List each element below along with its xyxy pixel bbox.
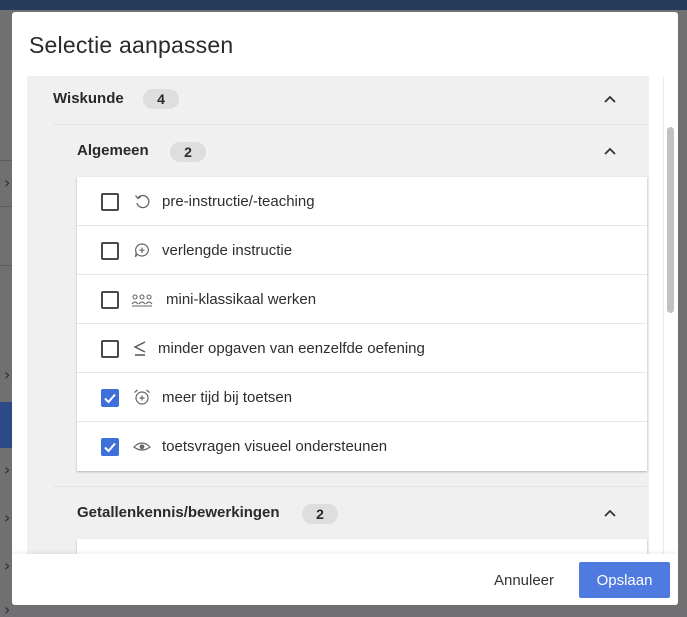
list-item[interactable]: toetsvragen visueel ondersteunen xyxy=(77,422,647,471)
checkbox-checked[interactable] xyxy=(101,389,119,407)
background-topbar xyxy=(0,0,687,10)
group-count-badge: 2 xyxy=(302,504,338,524)
background-chevron-icon: › xyxy=(4,600,11,617)
option-list xyxy=(77,539,647,554)
group-label: Algemeen xyxy=(77,142,149,159)
subject-panel: Wiskunde 4 Algemeen 2 pre-instructie/-te… xyxy=(27,76,649,554)
group-panel-algemeen: Algemeen 2 pre-instructie/-teaching verl… xyxy=(53,124,647,486)
background-active-row xyxy=(0,402,12,448)
scrollbar-thumb[interactable] xyxy=(667,127,674,313)
check-icon xyxy=(104,393,116,404)
list-item[interactable]: pre-instructie/-teaching xyxy=(77,177,647,226)
chevron-up-icon[interactable] xyxy=(604,509,616,517)
group-panel-getallenkennis: Getallenkennis/bewerkingen 2 xyxy=(53,486,647,554)
dialog-footer: Annuleer Opslaan xyxy=(12,554,678,605)
subject-label: Wiskunde xyxy=(53,90,124,107)
undo-icon xyxy=(135,194,150,209)
item-label: verlengde instructie xyxy=(162,242,293,259)
background-chevron-icon: › xyxy=(4,365,11,384)
background-chevron-icon: › xyxy=(4,173,11,192)
selection-dialog: Selectie aanpassen Wiskunde 4 Algemeen 2 xyxy=(12,12,678,605)
group-count-badge: 2 xyxy=(170,142,206,162)
background-chevron-icon: › xyxy=(4,556,11,575)
scrollbar[interactable] xyxy=(663,76,675,554)
item-label: minder opgaven van eenzelfde oefening xyxy=(158,340,425,357)
list-item[interactable]: verlengde instructie xyxy=(77,226,647,275)
item-label: meer tijd bij toetsen xyxy=(162,389,293,406)
group-icon xyxy=(131,294,153,307)
cancel-button[interactable]: Annuleer xyxy=(479,562,569,598)
chevron-up-icon[interactable] xyxy=(604,95,616,103)
speech-plus-icon xyxy=(134,243,149,258)
eye-icon xyxy=(133,442,151,451)
list-item[interactable]: mini-klassikaal werken xyxy=(77,275,647,324)
item-label: pre-instructie/-teaching xyxy=(162,193,315,210)
subject-count-badge: 4 xyxy=(143,89,179,109)
save-button[interactable]: Opslaan xyxy=(579,562,670,598)
checkbox[interactable] xyxy=(101,340,119,358)
checkbox[interactable] xyxy=(101,291,119,309)
checkbox[interactable] xyxy=(101,242,119,260)
dialog-scroll-area[interactable]: Wiskunde 4 Algemeen 2 pre-instructie/-te… xyxy=(27,76,678,554)
item-label: toetsvragen visueel ondersteunen xyxy=(162,438,388,455)
option-list: pre-instructie/-teaching verlengde instr… xyxy=(77,177,647,471)
check-icon xyxy=(104,442,116,453)
list-item[interactable]: minder opgaven van eenzelfde oefening xyxy=(77,324,647,373)
alarm-plus-icon xyxy=(134,389,150,405)
item-label: mini-klassikaal werken xyxy=(166,291,317,308)
subject-header[interactable]: Wiskunde 4 xyxy=(27,76,649,122)
less-equal-icon xyxy=(133,341,146,356)
background-chevron-icon: › xyxy=(4,508,11,527)
chevron-up-icon[interactable] xyxy=(604,147,616,155)
group-label: Getallenkennis/bewerkingen xyxy=(77,504,280,521)
list-item[interactable]: meer tijd bij toetsen xyxy=(77,373,647,422)
checkbox[interactable] xyxy=(101,193,119,211)
background-chevron-icon: › xyxy=(4,460,11,479)
dialog-title: Selectie aanpassen xyxy=(29,32,234,58)
checkbox-checked[interactable] xyxy=(101,438,119,456)
